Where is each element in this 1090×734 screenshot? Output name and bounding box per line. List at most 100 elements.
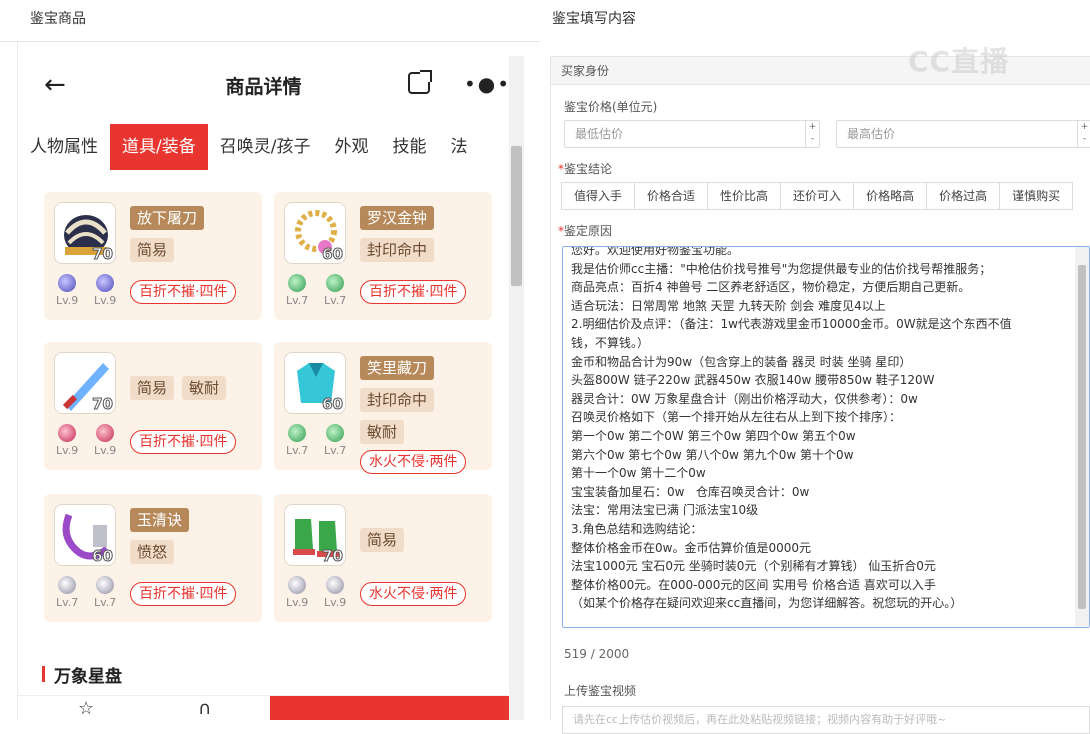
silver-gem-icon	[326, 576, 344, 594]
left-scrollbar[interactable]	[509, 56, 524, 720]
section-title: 万象星盘	[54, 667, 122, 687]
reason-label-wrap: *鉴定原因	[558, 224, 613, 238]
equipment-grid: 70 放下屠刀 简易 Lv.9 Lv.9 百折不摧·四件 60 罗汉金钟 封印命…	[18, 170, 509, 650]
silver-gem-icon	[58, 576, 76, 594]
equipment-card[interactable]: 70 简易 敏耐 Lv.9 Lv.9 百折不摧·四件	[44, 342, 262, 470]
gem-level: Lv.7	[94, 596, 117, 609]
tab-magic[interactable]: 法	[438, 124, 479, 170]
item-name-tag: 罗汉金钟	[360, 206, 435, 230]
appraisal-form: 买家身份 鉴宝价格(单位元) 最低估价 + - 最高估价 + - *鉴宝结论 值得入…	[550, 56, 1090, 734]
equipment-card[interactable]: 60 玉清诀 愤怒 Lv.7 Lv.7 百折不摧·四件	[44, 494, 262, 622]
textarea-scrollbar[interactable]	[1075, 247, 1089, 627]
conclusion-label-wrap: *鉴宝结论	[558, 162, 613, 176]
necklace-icon: 60	[284, 202, 346, 264]
item-tag: 敏耐	[182, 376, 227, 400]
moon-gem-icon	[58, 274, 76, 292]
phone-preview: ← 商品详情 •●• 人物属性 道具/装备 召唤灵/孩子 外观 技能 法 70 …	[18, 42, 509, 720]
video-label: 上传鉴宝视频	[564, 684, 637, 698]
conclusion-option[interactable]: 价格过高	[926, 182, 1001, 210]
video-link-input[interactable]: 请先在cc上传估价视频后，再在此处粘贴视频链接；视频内容有助于好评哦~	[562, 706, 1090, 734]
item-tag: 敏耐	[360, 420, 405, 444]
gem-level: Lv.7	[286, 444, 309, 457]
tab-skills[interactable]: 技能	[380, 124, 438, 170]
right-panel-header: 鉴宝填写内容	[552, 11, 636, 27]
price-label: 鉴宝价格(单位元)	[564, 100, 658, 114]
scrollbar-thumb[interactable]	[511, 146, 522, 286]
tab-items-equipment[interactable]: 道具/装备	[110, 124, 208, 170]
gem-level: Lv.9	[286, 596, 309, 609]
set-badge: 水火不侵·两件	[360, 582, 467, 606]
equipment-card[interactable]: 70 简易 Lv.9 Lv.9 水火不侵·两件	[274, 494, 492, 622]
min-price-stepper[interactable]: + -	[805, 121, 819, 147]
item-tag: 封印命中	[360, 238, 435, 262]
item-name-tag: 笑里藏刀	[360, 356, 435, 380]
tab-character-attributes[interactable]: 人物属性	[18, 124, 110, 170]
left-strip	[0, 42, 18, 720]
set-badge: 百折不摧·四件	[130, 430, 237, 454]
service-icon[interactable]: ∩	[198, 698, 211, 719]
conclusion-option[interactable]: 还价可入	[780, 182, 855, 210]
tab-appearance[interactable]: 外观	[322, 124, 380, 170]
boots-icon: 70	[284, 504, 346, 566]
item-name-tag: 玉清诀	[130, 508, 190, 532]
sword-icon: 70	[54, 352, 116, 414]
share-icon[interactable]	[408, 70, 432, 94]
reason-text: 您好。欢迎使用好物鉴宝功能。 我是估价师cc主播："中枪估价找号推号"为您提供最…	[571, 246, 1012, 611]
nav-bar: ← 商品详情 •●•	[18, 42, 509, 124]
min-price-input[interactable]: 最低估价 + -	[564, 120, 820, 148]
helmet-icon: 70	[54, 202, 116, 264]
gem-level: Lv.9	[94, 294, 117, 307]
armor-icon: 60	[284, 352, 346, 414]
gem-level: Lv.7	[324, 294, 347, 307]
section-accent	[42, 666, 45, 682]
gem-level: Lv.9	[56, 294, 79, 307]
tab-bar: 人物属性 道具/装备 召唤灵/孩子 外观 技能 法	[18, 124, 509, 170]
conclusion-option[interactable]: 谨慎购买	[999, 182, 1074, 210]
silver-gem-icon	[288, 576, 306, 594]
textarea-scroll-thumb[interactable]	[1078, 265, 1086, 609]
set-badge: 水火不侵·两件	[360, 450, 467, 474]
gem-level: Lv.7	[324, 444, 347, 457]
max-price-input[interactable]: 最高估价 + -	[836, 120, 1090, 148]
buy-button[interactable]	[270, 696, 509, 720]
red-gem-icon	[96, 424, 114, 442]
equipment-card[interactable]: 60 罗汉金钟 封印命中 Lv.7 Lv.7 百折不摧·四件	[274, 192, 492, 320]
section-header: 万象星盘	[18, 650, 509, 695]
item-tag: 简易	[130, 238, 175, 262]
gem-level: Lv.9	[56, 444, 79, 457]
section-buyer-identity: 买家身份	[551, 57, 1090, 85]
item-tag: 简易	[130, 376, 175, 400]
reason-label: 鉴定原因	[564, 224, 613, 238]
star-icon[interactable]: ☆	[78, 698, 94, 719]
item-tag: 愤怒	[130, 540, 175, 564]
conclusion-option[interactable]: 性价比高	[707, 182, 782, 210]
equipment-card[interactable]: 60 笑里藏刀 封印命中 敏耐 Lv.7 Lv.7 水火不侵·两件	[274, 342, 492, 474]
tab-summons[interactable]: 召唤灵/孩子	[208, 124, 323, 170]
reason-textarea[interactable]: 您好。欢迎使用好物鉴宝功能。 我是估价师cc主播："中枪估价找号推号"为您提供最…	[562, 246, 1090, 628]
item-name-tag: 放下屠刀	[130, 206, 205, 230]
green-gem-icon	[326, 274, 344, 292]
silver-gem-icon	[96, 576, 114, 594]
set-badge: 百折不摧·四件	[360, 280, 467, 304]
page-title: 商品详情	[225, 76, 302, 98]
set-badge: 百折不摧·四件	[130, 582, 237, 606]
conclusion-option[interactable]: 值得入手	[561, 182, 636, 210]
more-icon[interactable]: •●•	[464, 72, 509, 96]
moon-gem-icon	[96, 274, 114, 292]
set-badge: 百折不摧·四件	[130, 280, 237, 304]
max-price-stepper[interactable]: + -	[1077, 121, 1090, 147]
conclusion-option[interactable]: 价格合适	[634, 182, 709, 210]
green-gem-icon	[288, 424, 306, 442]
gem-level: Lv.9	[324, 596, 347, 609]
item-tag: 简易	[360, 528, 405, 552]
conclusion-option[interactable]: 价格略高	[853, 182, 928, 210]
gem-level: Lv.7	[286, 294, 309, 307]
gem-level: Lv.9	[94, 444, 117, 457]
conclusion-button-group: 值得入手 价格合适 性价比高 还价可入 价格略高 价格过高 谨慎购买	[561, 182, 1074, 210]
equipment-card[interactable]: 70 放下屠刀 简易 Lv.9 Lv.9 百折不摧·四件	[44, 192, 262, 320]
conclusion-label: 鉴宝结论	[564, 162, 613, 176]
char-count: 519 / 2000	[564, 647, 630, 661]
left-panel-header: 鉴宝商品	[0, 0, 540, 42]
red-gem-icon	[58, 424, 76, 442]
bottom-action-bar: ☆ ∩	[18, 695, 509, 720]
